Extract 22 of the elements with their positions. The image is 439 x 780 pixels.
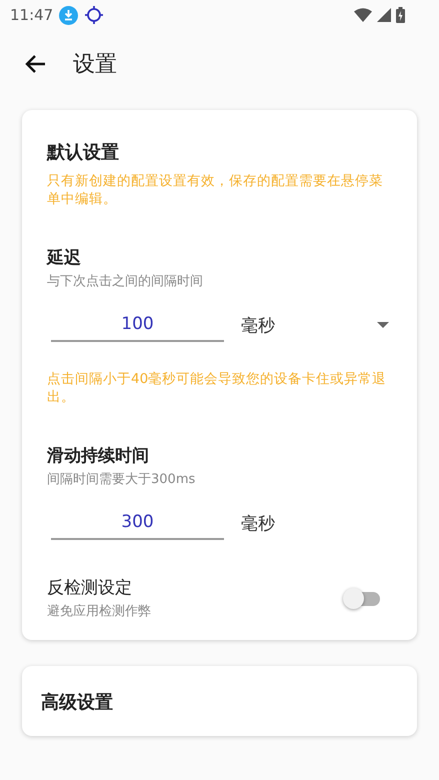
number-field[interactable]: 100 [51,308,224,342]
page-title: 设置 [73,51,117,79]
setting-title: 延迟 [47,247,82,270]
number-field[interactable]: 300 [51,506,224,540]
setting-description: 与下次点击之间的间隔时间 [47,273,204,291]
download-icon [59,6,78,24]
setting-description: 间隔时间需要大于300ms [47,471,196,489]
setting-description: 避免应用检测作弊 [47,603,151,621]
section-title: 高级设置 [41,691,114,715]
unit-label: 毫秒 [240,512,276,534]
signal-icon [377,8,391,22]
wifi-icon [354,8,372,22]
crosshair-icon [84,5,104,25]
section-title: 默认设置 [47,141,120,165]
info-note: 只有新创建的配置设置有效，保存的配置需要在悬停菜单中编辑。 [47,172,384,208]
setting-title: 滑动持续时间 [47,445,150,468]
battery-icon [396,7,405,23]
warning-text: 点击间隔小于40毫秒可能会导致您的设备卡住或异常退出。 [47,370,388,406]
unit-dropdown[interactable]: 毫秒 [239,314,277,336]
setting-title: 反检测设定 [47,577,133,600]
dropdown-caret-icon[interactable] [377,322,389,328]
clock-time: 11:47 [10,6,54,24]
